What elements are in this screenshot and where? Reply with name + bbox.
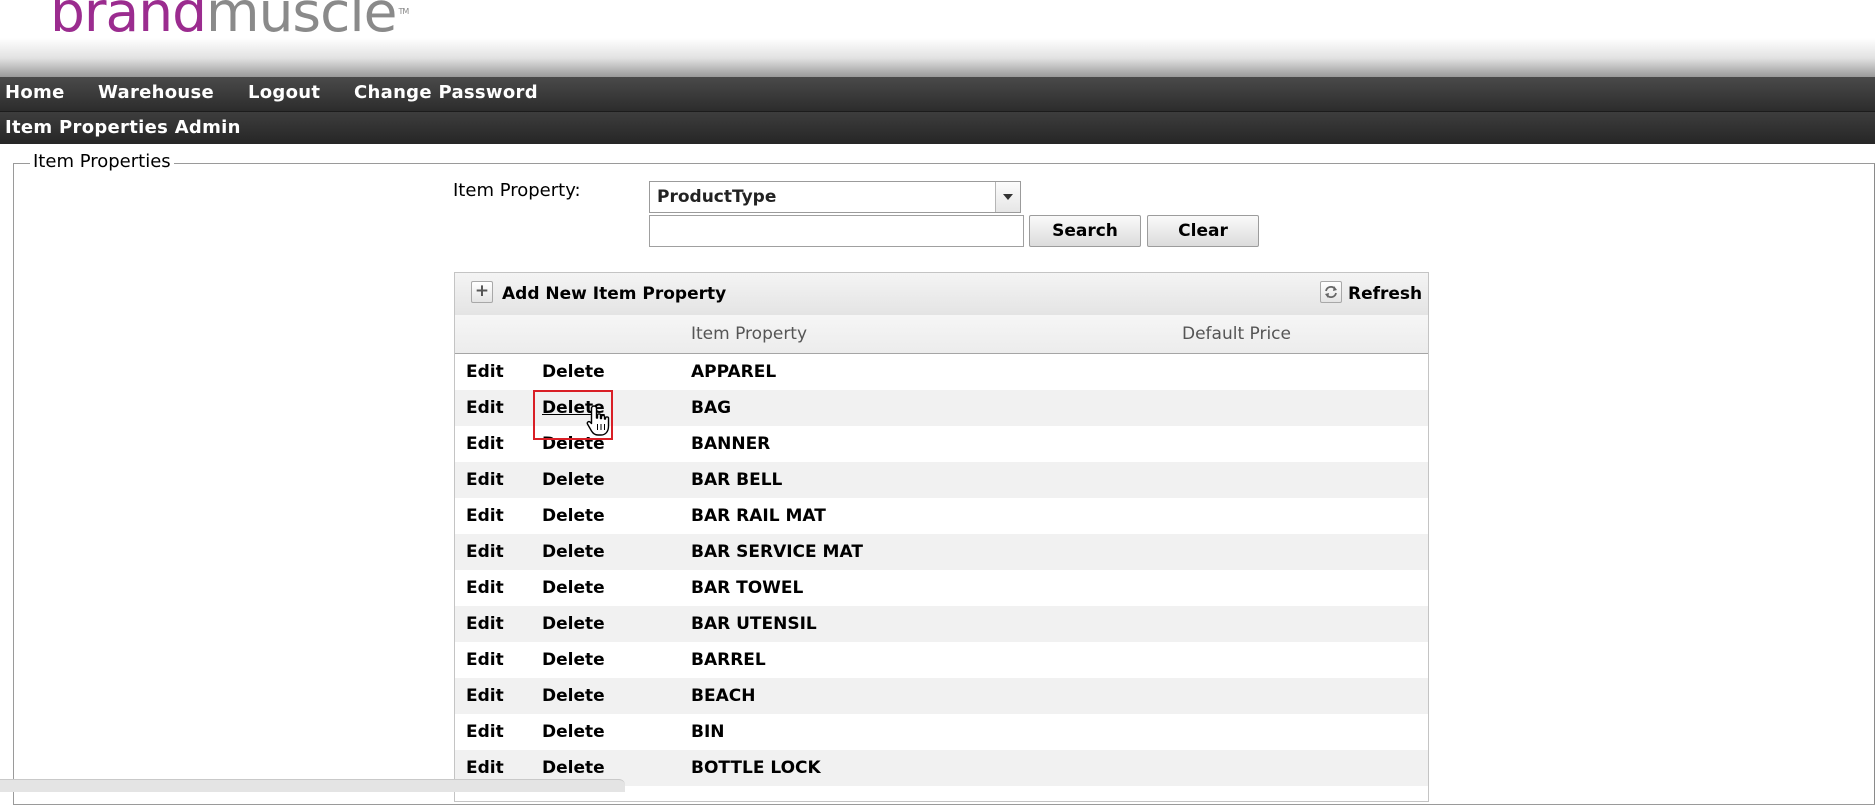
edit-link[interactable]: Edit	[466, 426, 504, 462]
hand-cursor-icon	[586, 405, 610, 436]
item-property-selected-value: ProductType	[657, 187, 777, 207]
edit-link[interactable]: Edit	[466, 498, 504, 534]
table-row: Edit Delete BAR RAIL MAT	[455, 498, 1428, 534]
refresh-icon[interactable]	[1320, 281, 1342, 303]
delete-link[interactable]: Delete	[542, 570, 605, 606]
edit-link[interactable]: Edit	[466, 678, 504, 714]
item-property-name: BAR TOWEL	[691, 578, 804, 598]
column-header-item-property[interactable]: Item Property	[691, 315, 807, 353]
page-header: brandmuscle TM	[0, 0, 1875, 77]
grid-toolbar: + Add New Item Property Refresh	[455, 273, 1428, 316]
delete-link[interactable]: Delete	[542, 498, 605, 534]
edit-link[interactable]: Edit	[466, 642, 504, 678]
table-row: Edit Delete BAR TOWEL	[455, 570, 1428, 606]
nav-change-password[interactable]: Change Password	[354, 77, 538, 111]
item-property-name: BAR SERVICE MAT	[691, 542, 863, 562]
delete-link[interactable]: Delete	[542, 354, 605, 390]
add-item-property-button[interactable]: Add New Item Property	[502, 273, 726, 315]
edit-link[interactable]: Edit	[466, 390, 504, 426]
nav-logout[interactable]: Logout	[248, 77, 320, 111]
table-row: Edit Delete BARREL	[455, 642, 1428, 678]
refresh-button[interactable]: Refresh	[1348, 273, 1422, 315]
search-input[interactable]	[649, 215, 1024, 247]
table-row: Edit Delete BEACH	[455, 678, 1428, 714]
dropdown-toggle[interactable]	[995, 182, 1020, 212]
plus-icon[interactable]: +	[471, 281, 493, 303]
item-property-name: BAR BELL	[691, 470, 783, 490]
item-property-name: BAG	[691, 398, 732, 418]
item-property-name: BEACH	[691, 686, 756, 706]
edit-link[interactable]: Edit	[466, 570, 504, 606]
edit-link[interactable]: Edit	[466, 606, 504, 642]
panel-legend: Item Properties	[30, 151, 174, 172]
delete-link[interactable]: Delete	[542, 678, 605, 714]
table-row: Edit Delete BIN	[455, 714, 1428, 750]
item-property-grid: + Add New Item Property Refresh Item Pro…	[454, 272, 1429, 802]
item-property-name: BAR RAIL MAT	[691, 506, 826, 526]
item-property-name: BAR UTENSIL	[691, 614, 817, 634]
page-title: Item Properties Admin	[5, 117, 241, 138]
item-property-select[interactable]: ProductType	[649, 181, 1021, 213]
table-row: Edit Delete BAR UTENSIL	[455, 606, 1428, 642]
edit-link[interactable]: Edit	[466, 714, 504, 750]
delete-link[interactable]: Delete	[542, 606, 605, 642]
chevron-down-icon	[1003, 194, 1013, 200]
delete-link[interactable]: Delete	[542, 534, 605, 570]
delete-link[interactable]: Delete	[542, 642, 605, 678]
nav-warehouse[interactable]: Warehouse	[98, 77, 214, 111]
item-property-label: Item Property:	[453, 180, 581, 201]
edit-link[interactable]: Edit	[466, 534, 504, 570]
nav-home[interactable]: Home	[5, 77, 65, 111]
item-property-name: APPAREL	[691, 362, 777, 382]
item-property-name: BIN	[691, 722, 725, 742]
item-property-name: BANNER	[691, 434, 771, 454]
logo-muscle-text: muscle	[206, 0, 397, 44]
logo-trademark: TM	[398, 7, 409, 16]
column-header-default-price[interactable]: Default Price	[1182, 315, 1291, 353]
item-property-name: BARREL	[691, 650, 766, 670]
edit-link[interactable]: Edit	[466, 462, 504, 498]
logo-brand-text: brand	[50, 0, 207, 44]
table-row: Edit Delete BAR SERVICE MAT	[455, 534, 1428, 570]
clear-button[interactable]: Clear	[1147, 215, 1259, 247]
brandmuscle-logo: brandmuscle TM	[50, 0, 409, 44]
main-nav: Home Warehouse Logout Change Password	[0, 77, 1875, 112]
item-property-name: BOTTLE LOCK	[691, 758, 821, 778]
delete-link[interactable]: Delete	[542, 462, 605, 498]
table-row: Edit Delete APPAREL	[455, 354, 1428, 390]
subnav-bar: Item Properties Admin	[0, 112, 1875, 144]
browser-status-bar	[0, 779, 625, 792]
search-button[interactable]: Search	[1029, 215, 1141, 247]
delete-link[interactable]: Delete	[542, 714, 605, 750]
grid-header: Item Property Default Price	[455, 315, 1428, 354]
table-row: Edit Delete BAR BELL	[455, 462, 1428, 498]
edit-link[interactable]: Edit	[466, 354, 504, 390]
